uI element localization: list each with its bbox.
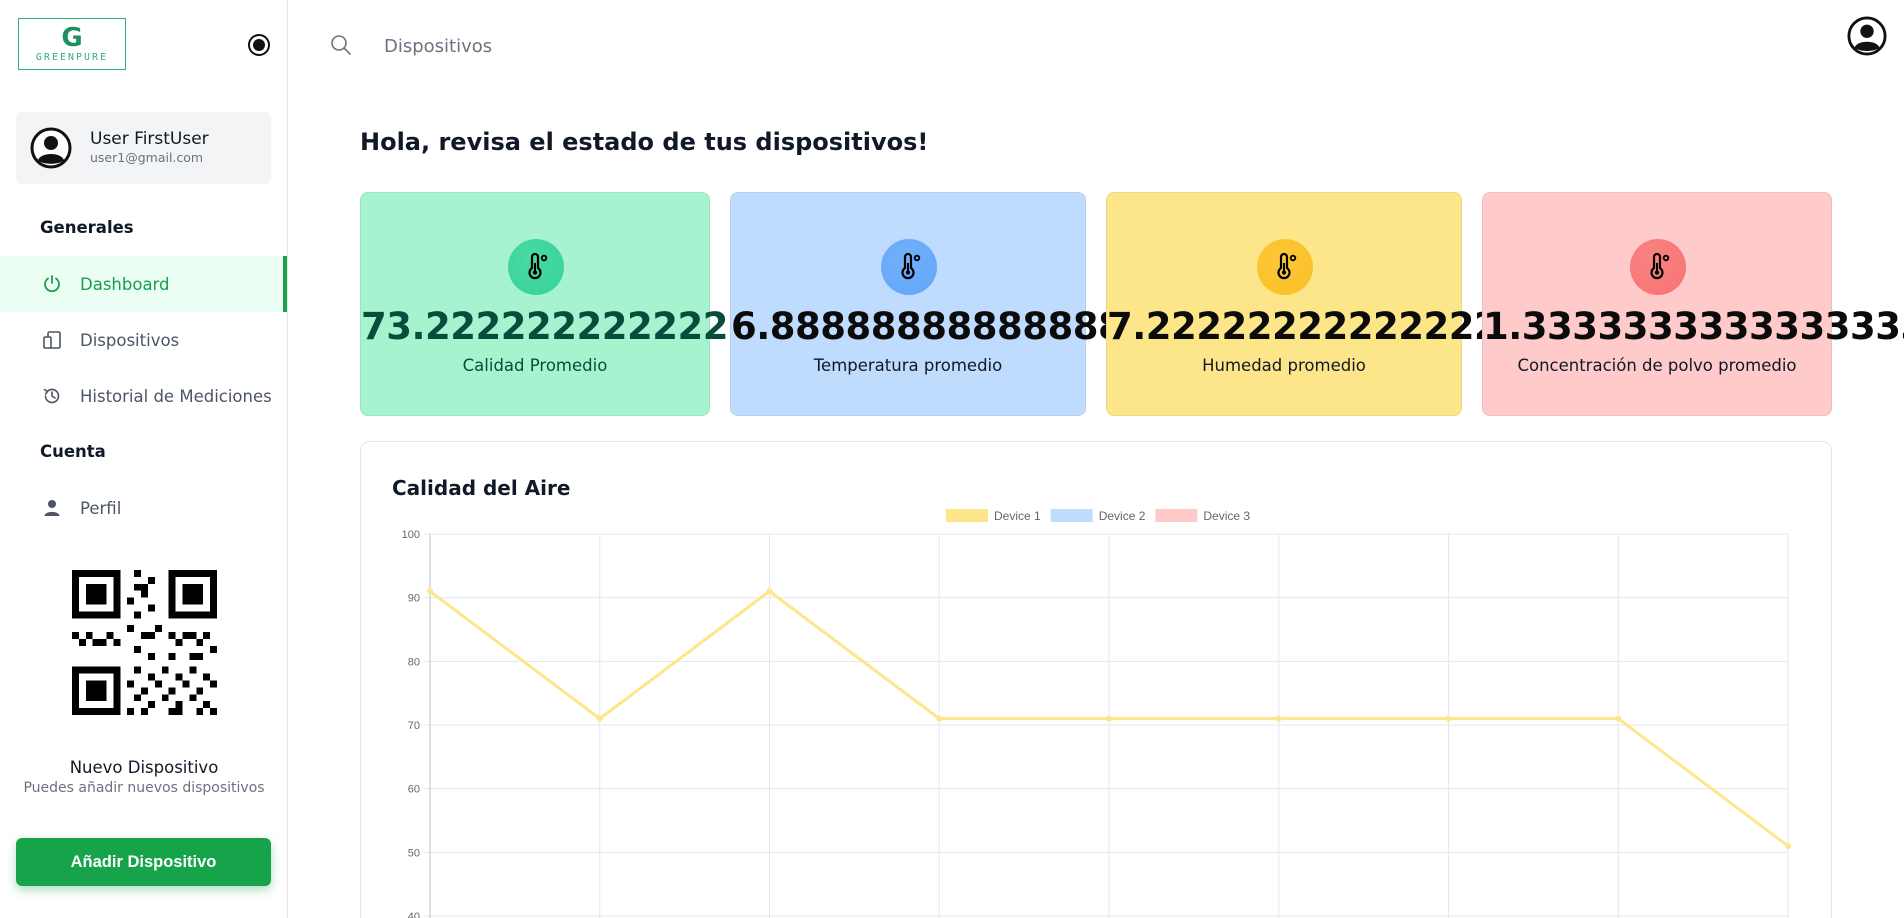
greenpure-logo[interactable]: G GREENPURE (18, 18, 126, 70)
y-tick-label: 40 (408, 911, 420, 918)
sidebar-item-dashboard[interactable]: Dashboard (0, 256, 287, 312)
user-email: user1@gmail.com (90, 150, 204, 165)
history-icon (41, 385, 63, 407)
stat-label: Calidad Promedio (462, 356, 608, 375)
stat-label: Humedad promedio (1202, 356, 1366, 375)
y-tick-label: 90 (408, 593, 420, 605)
sidebar-item-label: Historial de Mediciones (80, 386, 272, 406)
data-point (936, 715, 943, 722)
user-name: User FirstUser (90, 129, 209, 149)
power-icon (41, 273, 63, 295)
search-input[interactable] (384, 30, 784, 62)
data-point (766, 588, 773, 595)
add-device-button[interactable]: Añadir Dispositivo (16, 838, 271, 886)
sidebar-item-perfil[interactable]: Perfil (0, 480, 287, 536)
y-tick-label: 70 (408, 720, 420, 732)
section-account: Cuenta (40, 442, 106, 461)
sidebar-item-dispositivos[interactable]: Dispositivos (0, 312, 287, 368)
data-point (1275, 715, 1282, 722)
chart-title: Calidad del Aire (392, 476, 571, 500)
new-device-title: Nuevo Dispositivo (69, 758, 219, 777)
y-tick-label: 60 (408, 784, 420, 796)
stat-card-calidad: 73.22222222222223 Calidad Promedio (360, 192, 779, 416)
sidebar-item-label: Perfil (80, 498, 122, 518)
theme-toggle-icon[interactable] (248, 34, 270, 56)
data-point (1615, 715, 1622, 722)
legend-label: Device 2 (1099, 509, 1146, 523)
devices-icon (41, 329, 63, 351)
data-point (1445, 715, 1452, 722)
thermometer-icon (1630, 239, 1686, 295)
data-point (596, 715, 603, 722)
user-card[interactable]: User FirstUser user1@gmail.com (16, 112, 271, 184)
air-quality-chart: 40 50 60 70 80 90 100 Device 1 Device 2 Device 3 (402, 509, 1791, 918)
legend-swatch (1155, 509, 1198, 522)
stat-label: Temperatura promedio (813, 356, 1003, 375)
data-point (1785, 842, 1791, 849)
sidebar-item-historial[interactable]: Historial de Mediciones (0, 368, 287, 424)
app-root: G GREENPURE User FirstUser user1@gmail.c… (0, 0, 1904, 918)
data-point (1106, 715, 1112, 722)
stat-card-temperatura: 6.888888888888889ºC Temperatura promedio (730, 192, 1196, 416)
legend-swatch (946, 509, 988, 522)
stat-card-polvo: 1.3333333333333333 Concentración de polv… (1482, 192, 1904, 416)
stat-value: 7.222222222222222ºC (1107, 305, 1572, 348)
stat-value: 73.22222222222223 (361, 305, 779, 348)
y-tick-label: 80 (408, 656, 420, 668)
stat-value: 1.3333333333333333 (1483, 305, 1904, 348)
page-title: Hola, revisa el estado de tus dispositiv… (360, 128, 929, 156)
sidebar-item-label: Dashboard (80, 274, 170, 294)
thermometer-icon (881, 239, 937, 295)
data-point (427, 588, 433, 595)
thermometer-icon (1257, 239, 1313, 295)
legend-swatch (1050, 509, 1093, 522)
user-avatar-icon (30, 127, 72, 169)
person-icon (41, 497, 63, 519)
stat-card-humedad: 7.222222222222222ºC Humedad promedio (1106, 192, 1572, 416)
legend-label: Device 3 (1203, 509, 1250, 523)
account-avatar-icon[interactable] (1847, 16, 1887, 56)
y-tick-label: 50 (408, 847, 420, 859)
legend-label: Device 1 (994, 509, 1041, 523)
logo-word: GREENPURE (35, 51, 109, 63)
qr-code-icon (72, 570, 217, 715)
logo-letter: G (61, 22, 83, 53)
sidebar: G GREENPURE User FirstUser user1@gmail.c… (0, 0, 288, 918)
section-general: Generales (40, 218, 134, 237)
stat-label: Concentración de polvo promedio (1517, 356, 1797, 375)
y-tick-label: 100 (402, 529, 420, 541)
search-icon[interactable] (330, 34, 352, 56)
stat-value: 6.888888888888889ºC (731, 305, 1196, 348)
thermometer-icon (508, 239, 564, 295)
new-device-subtitle: Puedes añadir nuevos dispositivos (23, 780, 265, 796)
sidebar-item-label: Dispositivos (80, 330, 180, 350)
